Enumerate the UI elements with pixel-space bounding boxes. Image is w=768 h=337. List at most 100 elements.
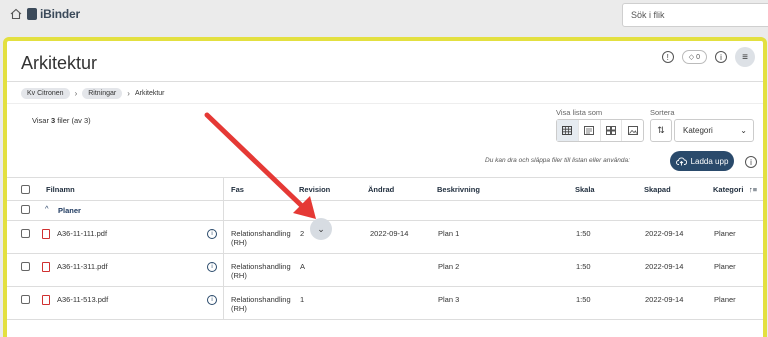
breadcrumb-current: Arkitektur [134,90,165,97]
row-checkbox[interactable] [21,295,30,304]
drop-hint: Du kan dra och släppa filer till listan … [485,157,630,164]
group-label: Planer [58,206,81,215]
view-label: Visa lista som [556,108,603,117]
table-header: Filnamn Fas Revision Ändrad Beskrivning … [7,177,763,201]
sort-selected: Kategori [683,126,713,135]
tag-count-button[interactable]: ◇ 0 [681,50,707,64]
chevron-right-icon: › [127,89,130,98]
description: Plan 2 [438,262,460,271]
filename[interactable]: A36-11-111.pdf [57,229,107,238]
scale: 1:50 [576,262,591,271]
table-row[interactable]: A36-11-311.pdf i Relationshandling (RH) A… [7,254,763,287]
column-divider [223,221,224,254]
view-toggle [556,119,644,142]
page-title: Arkitektur [21,53,98,73]
chevron-right-icon: › [74,89,78,98]
created-date: 2022-09-14 [645,229,684,238]
tag-icon: ◇ [688,54,695,61]
scale: 1:50 [576,295,591,304]
main-panel: Arkitektur ! ◇ 0 i ≡ Kv Citronen › Ritni… [3,37,767,337]
file-count-suffix: filer (av 3) [55,116,91,125]
row-checkbox[interactable] [21,229,30,238]
select-all-checkbox[interactable] [21,185,30,194]
menu-button[interactable]: ≡ [735,47,755,67]
divider [7,103,763,104]
table-row[interactable]: A36-11-513.pdf i Relationshandling (RH) 1… [7,287,763,320]
group-row[interactable]: ^ Planer [7,201,763,221]
file-info-icon[interactable]: i [207,262,217,272]
col-description[interactable]: Beskrivning [437,185,480,194]
chevron-down-icon: ⌄ [317,223,325,234]
upload-button[interactable]: Ladda upp [670,151,734,171]
upload-button-label: Ladda upp [690,156,729,166]
pdf-icon [42,262,50,272]
sort-indicator-icon[interactable]: ↑≡ [749,185,757,194]
row-checkbox[interactable] [21,262,30,271]
search-input[interactable] [622,3,768,27]
upload-cloud-icon [675,157,687,165]
col-phase[interactable]: Fas [231,185,244,194]
pdf-icon [42,295,50,305]
description: Plan 1 [438,229,460,238]
home-icon[interactable] [10,8,22,20]
info-icon[interactable]: i [715,51,727,63]
header-actions: ! ◇ 0 i ≡ [661,47,755,67]
list-view-icon[interactable] [579,120,601,141]
file-info-icon[interactable]: i [207,295,217,305]
breadcrumb-item[interactable]: Kv Citronen [21,88,70,99]
table-row[interactable]: A36-11-111.pdf i Relationshandling (RH) 2… [7,221,763,254]
col-scale[interactable]: Skala [575,185,595,194]
col-changed[interactable]: Ändrad [368,185,394,194]
chevron-down-icon: ⌄ [740,126,747,135]
group-checkbox[interactable] [21,205,30,214]
image-view-icon[interactable] [622,120,643,141]
divider [7,81,763,82]
col-created[interactable]: Skapad [644,185,671,194]
changed-date: 2022-09-14 [370,229,409,238]
col-revision[interactable]: Revision [299,185,330,194]
phase-line1: Relationshandling [231,295,291,304]
file-count: Visar 3 filer (av 3) [32,116,91,125]
filename[interactable]: A36-11-513.pdf [57,295,108,304]
tag-count: 0 [696,53,700,61]
revision-dropdown-button[interactable]: ⌄ [310,218,332,240]
sort-direction-icon: ⇅ [657,125,665,135]
filename[interactable]: A36-11-311.pdf [57,262,108,271]
sort-label: Sortera [650,108,675,117]
revision: A [300,262,306,271]
app-logo[interactable]: iBinder [27,7,80,21]
phase: Relationshandling (RH) [231,229,291,247]
category: Planer [714,295,736,304]
grid-view-icon[interactable] [601,120,623,141]
phase-line1: Relationshandling [231,262,291,271]
column-divider [223,287,224,320]
created-date: 2022-09-14 [645,295,684,304]
phase-line2: (RH) [231,238,247,247]
description: Plan 3 [438,295,460,304]
sort-select[interactable]: Kategori ⌄ [674,119,754,142]
column-divider [223,177,224,221]
logo-text: iBinder [40,7,80,21]
shield-icon[interactable]: ! [661,51,674,63]
help-icon[interactable]: i [745,156,757,168]
table-view-icon[interactable] [557,120,579,141]
sort-direction-button[interactable]: ⇅ [650,119,672,142]
phase: Relationshandling (RH) [231,295,291,313]
file-count-prefix: Visar [32,116,52,125]
category: Planer [714,262,736,271]
col-filename[interactable]: Filnamn [46,185,75,194]
breadcrumb-item[interactable]: Ritningar [82,88,123,99]
revision: 2 [300,229,305,238]
phase-line2: (RH) [231,304,247,313]
breadcrumb: Kv Citronen › Ritningar › Arkitektur [21,88,165,99]
col-category[interactable]: Kategori [713,185,743,194]
logo-icon [27,8,37,20]
chevron-up-icon[interactable]: ^ [45,204,49,213]
created-date: 2022-09-14 [645,262,684,271]
phase-line1: Relationshandling [231,229,291,238]
column-divider [223,254,224,287]
file-info-icon[interactable]: i [207,229,217,239]
category: Planer [714,229,736,238]
phase-line2: (RH) [231,271,247,280]
pdf-icon [42,229,50,239]
